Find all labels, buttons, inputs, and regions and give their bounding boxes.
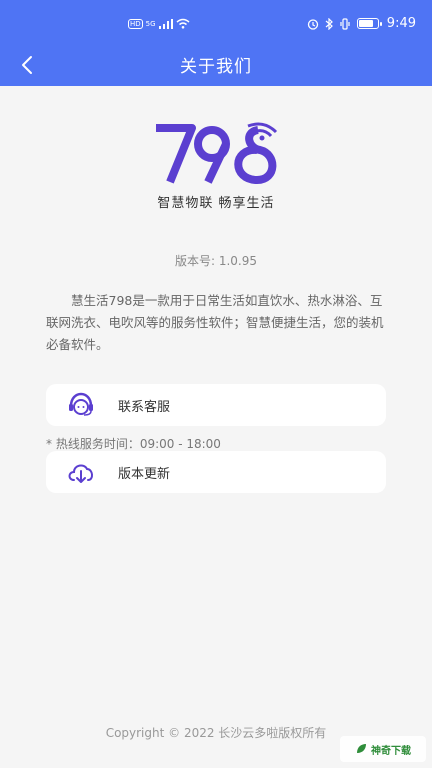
version-update-label: 版本更新	[118, 466, 171, 482]
app-logo	[152, 120, 282, 190]
nav-bar: 关于我们	[0, 46, 432, 86]
cloud-download-icon	[66, 457, 96, 487]
signal-icon	[158, 18, 173, 29]
wifi-icon	[176, 18, 190, 29]
bluetooth-icon	[325, 17, 333, 30]
customer-service-icon	[66, 390, 96, 420]
hotline-hours: * 热线服务时间：09:00 - 18:00	[46, 437, 221, 451]
network-type: 5G	[145, 19, 156, 28]
app-header: HD 5G 9:49 关于我们	[0, 0, 432, 86]
watermark-badge: 神奇下载	[340, 736, 426, 762]
logo-798-mark	[156, 122, 278, 185]
alarm-icon	[307, 18, 318, 30]
app-slogan: 智慧物联 畅享生活	[157, 196, 275, 211]
watermark-text: 神奇下载	[371, 745, 411, 757]
version-number: 版本号: 1.0.95	[174, 254, 258, 268]
hd-badge: HD	[128, 18, 143, 29]
contact-support-button[interactable]: 联系客服	[46, 384, 386, 426]
contact-support-label: 联系客服	[118, 399, 171, 415]
page-title: 关于我们	[180, 57, 252, 77]
version-update-button[interactable]: 版本更新	[46, 451, 386, 493]
status-left: HD 5G	[128, 18, 190, 29]
leaf-icon	[357, 744, 366, 753]
battery-icon	[356, 18, 382, 29]
vibrate-icon	[340, 17, 350, 30]
app-description: 慧生活798是一款用于日常生活如直饮水、热水淋浴、互联网洗衣、电吹风等的服务性软…	[46, 293, 384, 352]
status-bar: HD 5G 9:49	[0, 0, 432, 46]
status-time: 9:49	[386, 16, 416, 31]
battery-level	[358, 20, 373, 27]
status-right: 9:49	[307, 16, 416, 31]
